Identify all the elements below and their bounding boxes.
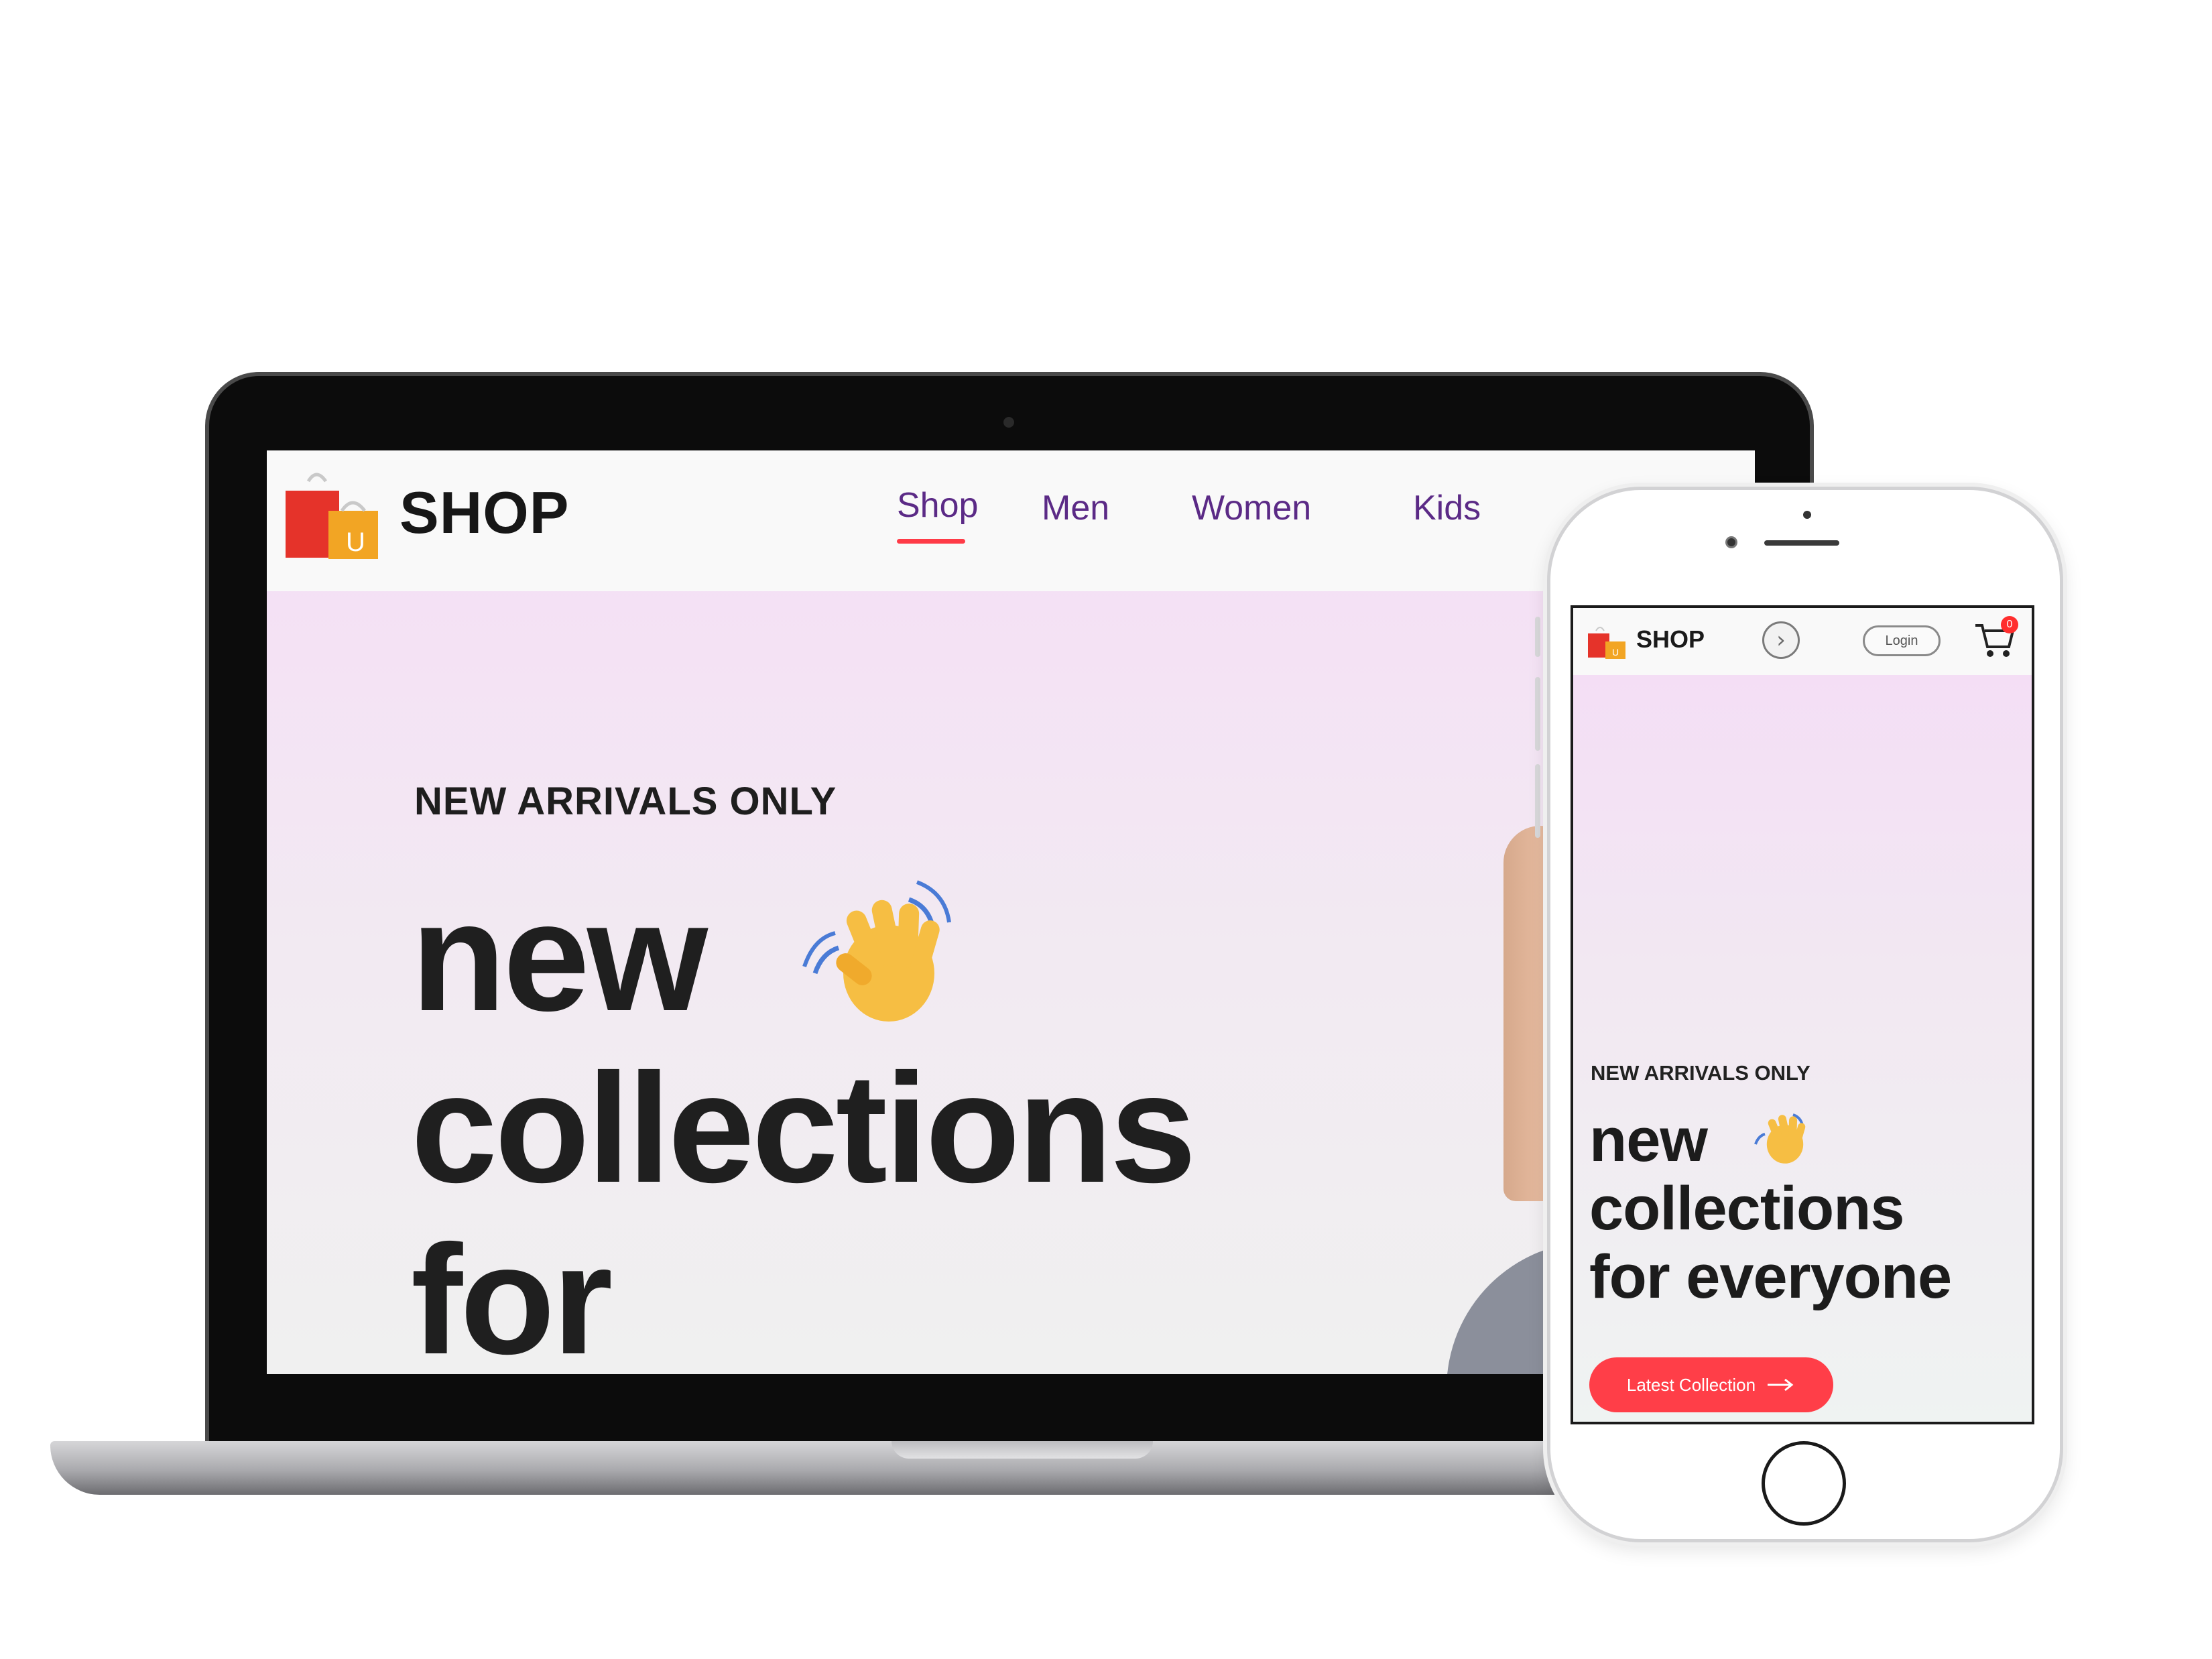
phone-volume-up bbox=[1535, 677, 1540, 751]
phone-home-button[interactable] bbox=[1762, 1441, 1846, 1526]
hero-kicker: NEW ARRIVALS ONLY bbox=[414, 780, 837, 823]
nav-item-men[interactable]: Men bbox=[1042, 488, 1109, 528]
phone-side-button bbox=[1535, 617, 1540, 657]
mobile-page: U SHOP › Login 0 NEW ARRIVALS ONLY new c… bbox=[1571, 605, 2034, 1424]
phone-sensor bbox=[1803, 511, 1811, 519]
shopping-bag-logo-icon[interactable]: U bbox=[282, 468, 382, 562]
waving-hand-icon bbox=[1754, 1113, 1806, 1164]
waving-hand-icon bbox=[802, 880, 951, 1022]
nav-item-shop[interactable]: Shop bbox=[897, 485, 978, 526]
phone-front-camera bbox=[1725, 536, 1737, 548]
brand-name[interactable]: SHOP bbox=[400, 479, 569, 547]
desktop-navbar: U SHOP Shop Men Women Kids bbox=[267, 450, 1755, 591]
hero-heading-line-1: new bbox=[1589, 1106, 1708, 1174]
desktop-page: U SHOP Shop Men Women Kids NEW ARRIVALS … bbox=[267, 450, 1755, 1374]
phone-speaker bbox=[1764, 540, 1839, 546]
shopping-bag-logo-icon[interactable]: U bbox=[1587, 624, 1627, 659]
chevron-right-icon[interactable]: › bbox=[1762, 621, 1800, 659]
svg-text:U: U bbox=[1612, 647, 1619, 658]
nav-item-kids[interactable]: Kids bbox=[1413, 488, 1481, 528]
hero-heading-line-1: new bbox=[411, 870, 708, 1044]
phone-volume-down bbox=[1535, 764, 1540, 838]
login-button[interactable]: Login bbox=[1863, 625, 1941, 656]
latest-collection-button[interactable]: Latest Collection bbox=[1589, 1357, 1833, 1412]
nav-item-women[interactable]: Women bbox=[1192, 488, 1311, 528]
hero-kicker: NEW ARRIVALS ONLY bbox=[1591, 1061, 1810, 1085]
arrow-right-icon bbox=[1768, 1378, 1794, 1392]
hero-heading-line-2: collections bbox=[411, 1042, 1196, 1215]
hero-heading-line-3: for everyone bbox=[1589, 1243, 1952, 1311]
hero-heading-line-2: collections bbox=[1589, 1174, 1905, 1243]
brand-name[interactable]: SHOP bbox=[1636, 625, 1705, 654]
laptop-notch bbox=[892, 1441, 1153, 1459]
hero-heading-line-3: for bbox=[411, 1213, 613, 1375]
cart-count-badge: 0 bbox=[2001, 616, 2018, 633]
mobile-navbar: U SHOP › Login 0 bbox=[1573, 608, 2032, 675]
svg-text:U: U bbox=[346, 528, 365, 557]
active-nav-indicator bbox=[897, 539, 965, 544]
laptop-camera bbox=[1003, 417, 1014, 428]
latest-collection-label: Latest Collection bbox=[1626, 1374, 1756, 1395]
